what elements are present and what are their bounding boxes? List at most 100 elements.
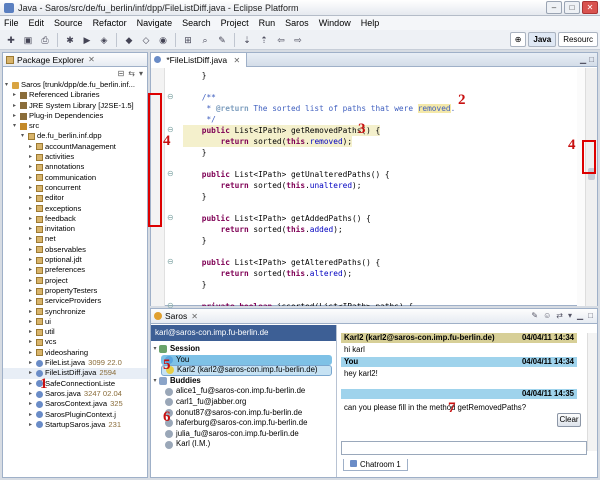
overview-ruler[interactable]: [577, 68, 585, 306]
menu-item[interactable]: Edit: [29, 18, 45, 28]
add-buddy-icon[interactable]: ☺: [543, 311, 551, 320]
minimize-view-icon[interactable]: ▁: [577, 311, 583, 320]
tree-item[interactable]: ▸ Saros.java 3247 02.04: [3, 389, 147, 399]
twisty-closed-icon[interactable]: ▸: [29, 317, 36, 327]
tree-item[interactable]: ▸ SarosPluginContext.j: [3, 410, 147, 420]
tree-item[interactable]: ▸ observables: [3, 245, 147, 255]
tree-item[interactable]: ▸ optional.jdt: [3, 255, 147, 265]
minimize-view-icon[interactable]: ▁: [580, 55, 586, 64]
back-icon[interactable]: ⇦: [274, 33, 288, 47]
new-icon[interactable]: ✚: [4, 33, 18, 47]
twisty-closed-icon[interactable]: ▸: [29, 193, 36, 203]
twisty-closed-icon[interactable]: ▸: [29, 296, 36, 306]
menu-item[interactable]: Project: [221, 18, 249, 28]
package-explorer-tab[interactable]: Package Explorer ✕: [3, 53, 147, 67]
twisty-open-icon[interactable]: ▾: [151, 376, 159, 387]
tree-item[interactable]: ▸ SarosContext.java 325: [3, 399, 147, 409]
close-icon[interactable]: ✕: [191, 312, 198, 321]
twisty-closed-icon[interactable]: ▸: [29, 420, 36, 430]
twisty-closed-icon[interactable]: ▸: [29, 152, 36, 162]
maximize-button[interactable]: □: [564, 1, 580, 14]
pin-icon[interactable]: ✎: [215, 33, 229, 47]
tree-item[interactable]: ▸ propertyTesters: [3, 286, 147, 296]
twisty-closed-icon[interactable]: ▸: [29, 255, 36, 265]
menu-item[interactable]: Window: [319, 18, 351, 28]
twisty-closed-icon[interactable]: ▸: [29, 142, 36, 152]
twisty-closed-icon[interactable]: ▸: [29, 379, 36, 389]
prev-annotation-icon[interactable]: ⇡: [257, 33, 271, 47]
menu-item[interactable]: Help: [361, 18, 380, 28]
buddies-group[interactable]: ▾ Buddies: [151, 376, 336, 387]
twisty-closed-icon[interactable]: ▸: [29, 204, 36, 214]
menu-item[interactable]: Navigate: [137, 18, 173, 28]
new-package-icon[interactable]: ◇: [139, 33, 153, 47]
session-user-karl2[interactable]: Karl2 (karl2@saros-con.imp.fu-berlin.de): [161, 365, 332, 376]
tree-item[interactable]: ▸ vcs: [3, 337, 147, 347]
fold-icon[interactable]: ⊖: [167, 257, 174, 266]
fold-icon[interactable]: ⊖: [167, 169, 174, 178]
fold-icon[interactable]: ⊖: [167, 213, 174, 222]
tree-item[interactable]: ▸ StartupSaros.java 231: [3, 420, 147, 430]
close-icon[interactable]: ✕: [88, 55, 95, 64]
tree-item[interactable]: ▸ activities: [3, 152, 147, 162]
session-group[interactable]: ▾ Session: [151, 344, 336, 355]
twisty-open-icon[interactable]: ▾: [5, 80, 12, 90]
external-tools-icon[interactable]: ◈: [97, 33, 111, 47]
tree-item[interactable]: ▸ ui: [3, 317, 147, 327]
chatroom-tab[interactable]: Chatroom 1: [343, 459, 408, 471]
open-perspective-button[interactable]: ⊕: [509, 32, 527, 47]
session-user-you[interactable]: You: [161, 354, 332, 366]
tree-item[interactable]: ▸ videosharing: [3, 348, 147, 358]
twisty-closed-icon[interactable]: ▸: [29, 276, 36, 286]
twisty-closed-icon[interactable]: ▸: [29, 214, 36, 224]
tree-item[interactable]: ▾ Saros [trunk/dpp/de.fu_berlin.inf...: [3, 80, 147, 90]
twisty-closed-icon[interactable]: ▸: [29, 389, 36, 399]
buddy-item[interactable]: alice1_fu@saros-con.imp.fu-berlin.de: [151, 386, 336, 397]
fold-icon[interactable]: ⊖: [167, 92, 174, 101]
code-area[interactable]: } /** * @return The sorted list of paths…: [179, 68, 579, 306]
twisty-closed-icon[interactable]: ▸: [29, 358, 36, 368]
twisty-open-icon[interactable]: ▾: [21, 131, 28, 141]
twisty-closed-icon[interactable]: ▸: [29, 224, 36, 234]
tree-item[interactable]: ▸ communication: [3, 173, 147, 183]
tree-item[interactable]: ▸ serviceProviders: [3, 296, 147, 306]
twisty-closed-icon[interactable]: ▸: [29, 348, 36, 358]
twisty-closed-icon[interactable]: ▸: [29, 368, 36, 378]
twisty-closed-icon[interactable]: ▸: [29, 410, 36, 420]
tree-item[interactable]: ▸ SafeConnectionListe: [3, 379, 147, 389]
twisty-closed-icon[interactable]: ▸: [29, 234, 36, 244]
tree-item[interactable]: ▸ synchronize: [3, 307, 147, 317]
twisty-closed-icon[interactable]: ▸: [29, 399, 36, 409]
tree-item[interactable]: ▸ concurrent: [3, 183, 147, 193]
twisty-closed-icon[interactable]: ▸: [29, 183, 36, 193]
twisty-open-icon[interactable]: ▾: [13, 121, 20, 131]
menu-item[interactable]: Source: [54, 18, 83, 28]
tree-item[interactable]: ▾ src: [3, 121, 147, 131]
editor-scrollbar[interactable]: [585, 68, 597, 306]
chat-input[interactable]: [341, 441, 587, 455]
twisty-closed-icon[interactable]: ▸: [29, 162, 36, 172]
tree-item[interactable]: ▸ Plug-in Dependencies: [3, 111, 147, 121]
menu-item[interactable]: Run: [259, 18, 276, 28]
tree-item[interactable]: ▸ invitation: [3, 224, 147, 234]
twisty-closed-icon[interactable]: ▸: [29, 173, 36, 183]
next-annotation-icon[interactable]: ⇣: [240, 33, 254, 47]
twisty-closed-icon[interactable]: ▸: [29, 265, 36, 275]
chat-scrollbar[interactable]: [587, 333, 597, 451]
tree-item[interactable]: ▸ project: [3, 276, 147, 286]
resource-perspective-button[interactable]: Resourc: [558, 32, 598, 47]
buddy-item[interactable]: donut87@saros-con.imp.fu-berlin.de: [151, 408, 336, 419]
editor-tab-filelistdiff[interactable]: *FileListDiff.java ✕: [151, 52, 248, 67]
print-icon[interactable]: ⎙: [38, 33, 52, 47]
collapse-all-icon[interactable]: ⊟: [118, 69, 125, 78]
tree-item[interactable]: ▾ de.fu_berlin.inf.dpp: [3, 131, 147, 141]
share-project-icon[interactable]: ⇄: [556, 311, 563, 320]
twisty-closed-icon[interactable]: ▸: [29, 327, 36, 337]
clear-chat-button[interactable]: Clear: [557, 413, 581, 427]
tree-item[interactable]: ▸ JRE System Library [J2SE-1.5]: [3, 101, 147, 111]
twisty-closed-icon[interactable]: ▸: [13, 101, 20, 111]
menu-item[interactable]: Saros: [285, 18, 309, 28]
twisty-closed-icon[interactable]: ▸: [13, 90, 20, 100]
buddy-item[interactable]: carl1_fu@jabber.org: [151, 397, 336, 408]
java-perspective-button[interactable]: Java: [528, 32, 557, 47]
